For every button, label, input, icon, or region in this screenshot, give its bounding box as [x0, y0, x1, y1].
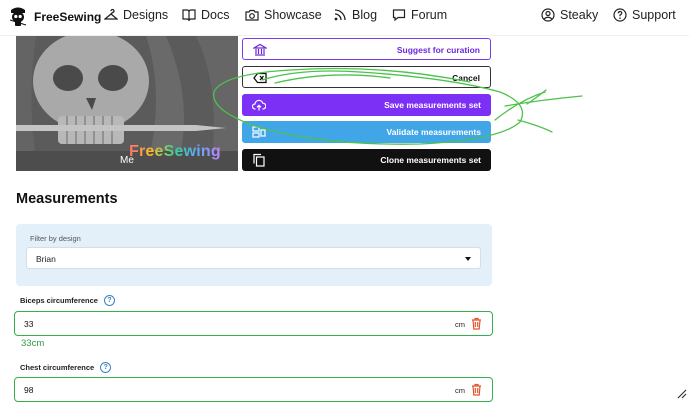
- cover-watermark: FreeSewing: [129, 143, 221, 160]
- cancel-label: Cancel: [452, 73, 480, 83]
- brand-link[interactable]: FreeSewing: [8, 6, 101, 28]
- trash-icon[interactable]: [471, 317, 482, 330]
- chest-value: 98: [24, 385, 34, 395]
- layout-icon: [252, 126, 266, 138]
- biceps-label: Biceps circumference ?: [20, 295, 115, 306]
- nav-support[interactable]: Support: [613, 8, 676, 22]
- design-filter-panel: Filter by design Brian: [16, 224, 492, 286]
- top-navbar: FreeSewing Designs Docs Showcase Blog Fo…: [0, 0, 689, 36]
- chest-input[interactable]: 98 cm: [14, 377, 493, 402]
- user-circle-icon: [541, 8, 555, 22]
- nav-docs-label: Docs: [201, 8, 230, 22]
- brand-name: FreeSewing: [34, 10, 102, 24]
- nav-designs[interactable]: Designs: [104, 8, 168, 22]
- help-icon[interactable]: ?: [103, 295, 115, 306]
- suggest-for-curation-button[interactable]: Suggest for curation: [242, 38, 491, 60]
- trash-icon[interactable]: [471, 383, 482, 396]
- chat-icon: [392, 9, 406, 22]
- save-measurements-set-label: Save measurements set: [384, 100, 481, 110]
- biceps-unit: cm: [455, 320, 465, 329]
- nav-docs[interactable]: Docs: [182, 8, 229, 22]
- measurements-set-image[interactable]: FreeSewing Me: [16, 36, 238, 171]
- validate-measurements-button[interactable]: Validate measurements: [242, 121, 491, 143]
- validate-measurements-label: Validate measurements: [386, 127, 482, 137]
- nav-forum-label: Forum: [411, 8, 448, 22]
- nav-blog[interactable]: Blog: [333, 8, 377, 22]
- measurements-heading: Measurements: [16, 191, 118, 207]
- bank-icon: [253, 43, 267, 56]
- camera-icon: [245, 9, 259, 21]
- filter-selected-value: Brian: [36, 254, 56, 264]
- nav-designs-label: Designs: [123, 8, 169, 22]
- clone-measurements-set-button[interactable]: Clone measurements set: [242, 149, 491, 171]
- cover-caption: Me: [120, 155, 134, 166]
- filter-label: Filter by design: [30, 234, 81, 243]
- freesewing-logo-icon: [9, 7, 27, 26]
- clone-measurements-set-label: Clone measurements set: [380, 155, 481, 165]
- help-icon[interactable]: ?: [100, 362, 112, 373]
- suggest-for-curation-label: Suggest for curation: [396, 45, 480, 55]
- user-name: Steaky: [560, 8, 599, 22]
- user-menu[interactable]: Steaky: [541, 8, 598, 22]
- biceps-input[interactable]: 33 cm: [14, 311, 493, 336]
- biceps-formatted-value: 33cm: [21, 338, 45, 349]
- copy-icon: [253, 153, 265, 167]
- biceps-value: 33: [24, 319, 34, 329]
- nav-showcase-label: Showcase: [264, 8, 322, 22]
- save-measurements-set-button[interactable]: Save measurements set: [242, 94, 491, 116]
- caret-down-icon: [465, 257, 471, 261]
- rss-icon: [334, 9, 346, 21]
- nav-support-label: Support: [632, 8, 676, 22]
- design-filter-select[interactable]: Brian: [26, 247, 481, 269]
- book-icon: [182, 9, 196, 22]
- backspace-icon: [253, 72, 267, 84]
- chest-unit: cm: [455, 386, 465, 395]
- hanger-icon: [104, 8, 118, 20]
- chest-label-text: Chest circumference: [20, 363, 95, 372]
- cloud-upload-icon: [252, 99, 266, 111]
- nav-showcase[interactable]: Showcase: [245, 8, 322, 22]
- chest-label: Chest circumference ?: [20, 362, 112, 373]
- cancel-button[interactable]: Cancel: [242, 66, 491, 88]
- biceps-label-text: Biceps circumference: [20, 296, 98, 305]
- nav-blog-label: Blog: [352, 8, 378, 22]
- resize-handle-icon[interactable]: [677, 389, 687, 399]
- question-circle-icon: [613, 8, 627, 22]
- nav-forum[interactable]: Forum: [392, 8, 447, 22]
